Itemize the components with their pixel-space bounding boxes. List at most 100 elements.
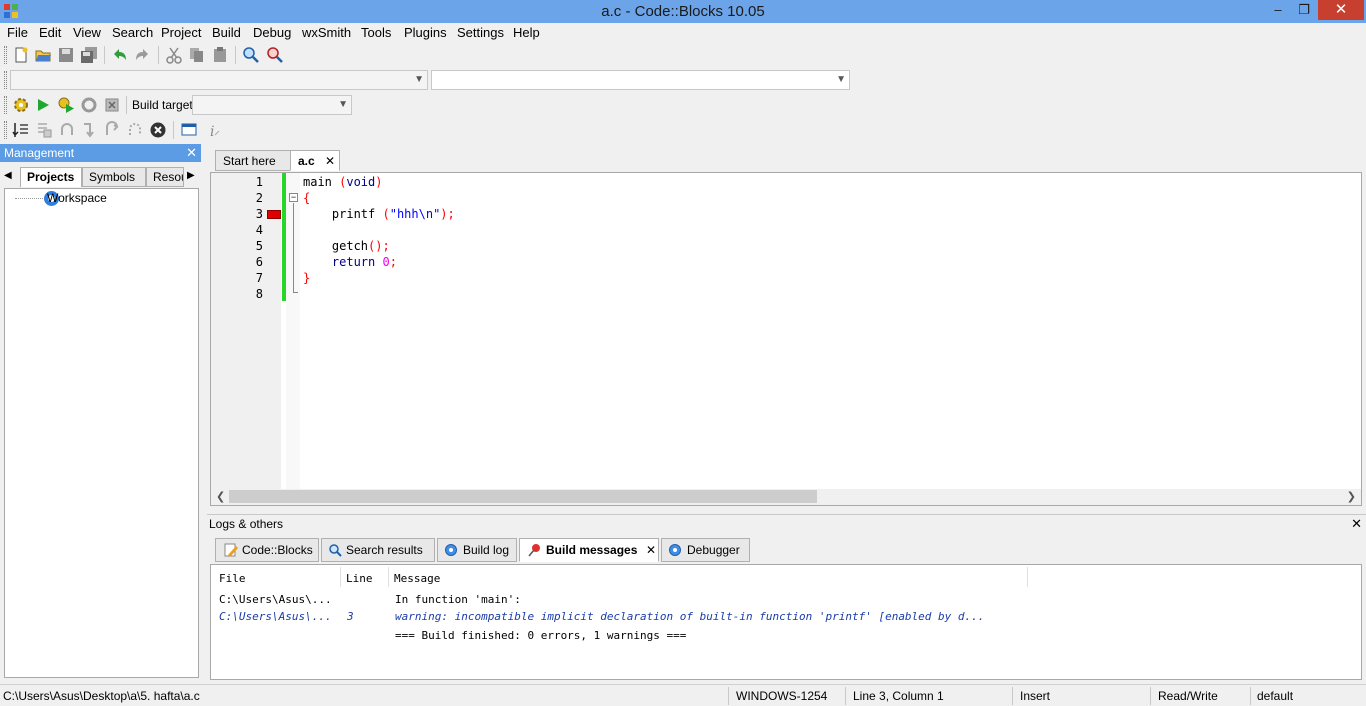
paste-icon[interactable] — [211, 46, 229, 64]
step-out-icon[interactable] — [103, 121, 121, 139]
build-and-run-icon[interactable] — [57, 96, 75, 114]
line-number: 3 — [255, 207, 263, 221]
menu-debug[interactable]: Debug — [253, 25, 291, 40]
message-text[interactable]: In function 'main': — [395, 593, 521, 606]
code-line: main (void) — [303, 175, 383, 189]
cut-icon[interactable] — [165, 46, 183, 64]
fold-line — [293, 203, 294, 293]
chevron-down-icon: ▼ — [414, 74, 424, 85]
toolbar-grip[interactable] — [4, 71, 7, 89]
toolbar-grip[interactable] — [4, 121, 7, 139]
management-close-icon[interactable]: ✕ — [186, 144, 197, 162]
next-instruction-icon[interactable] — [126, 121, 144, 139]
info-icon[interactable]: i — [204, 121, 222, 139]
column-header-file[interactable]: File — [219, 572, 246, 585]
column-header-message[interactable]: Message — [394, 572, 440, 585]
menu-wxsmith[interactable]: wxSmith — [302, 25, 351, 40]
tab-start-here[interactable]: Start here — [215, 150, 291, 171]
tab-scroll-right-icon[interactable]: ▶ — [187, 170, 195, 181]
menu-view[interactable]: View — [73, 25, 101, 40]
rebuild-icon[interactable] — [80, 96, 98, 114]
tab-scroll-left-icon[interactable]: ◀ — [4, 170, 12, 181]
tab-close-icon[interactable]: ✕ — [325, 151, 335, 171]
tab-a-c[interactable]: a.c ✕ — [290, 150, 340, 171]
tab-build-messages[interactable]: Build messages ✕ — [519, 538, 659, 562]
status-file-path: C:\Users\Asus\Desktop\a\5. hafta\a.c — [3, 689, 200, 703]
code-token: (); — [368, 239, 390, 253]
tab-build-log[interactable]: Build log — [437, 538, 517, 562]
copy-icon[interactable] — [188, 46, 206, 64]
menu-settings[interactable]: Settings — [457, 25, 504, 40]
run-to-cursor-icon[interactable] — [35, 121, 53, 139]
message-file[interactable]: C:\Users\Asus\... — [219, 593, 332, 606]
status-divider — [1150, 687, 1151, 705]
column-divider[interactable] — [1027, 567, 1028, 587]
project-tree: Workspace — [4, 188, 199, 678]
message-file[interactable]: C:\Users\Asus\... — [219, 610, 332, 623]
build-messages-list[interactable]: File Line Message C:\Users\Asus\... In f… — [210, 564, 1362, 680]
menu-help[interactable]: Help — [513, 25, 540, 40]
build-target-combo[interactable]: ▼ — [192, 95, 352, 115]
menu-file[interactable]: File — [7, 25, 28, 40]
scroll-left-icon[interactable]: ❮ — [216, 490, 225, 503]
run-icon[interactable] — [34, 96, 52, 114]
menu-build[interactable]: Build — [212, 25, 241, 40]
next-line-icon[interactable] — [58, 121, 76, 139]
tab-debugger[interactable]: Debugger — [661, 538, 750, 562]
tab-search-results[interactable]: Search results — [321, 538, 435, 562]
message-text[interactable]: warning: incompatible implicit declarati… — [395, 610, 984, 623]
redo-icon[interactable] — [134, 46, 152, 64]
code-token: ( — [382, 207, 390, 221]
debug-continue-icon[interactable] — [12, 121, 30, 139]
menu-plugins[interactable]: Plugins — [404, 25, 447, 40]
toolbar-separator — [235, 46, 236, 64]
fold-toggle-icon[interactable]: − — [289, 193, 298, 202]
replace-icon[interactable] — [266, 46, 284, 64]
new-file-icon[interactable] — [12, 46, 30, 64]
tab-resources[interactable]: Resou — [146, 167, 184, 187]
status-profile: default — [1257, 689, 1294, 703]
save-icon[interactable] — [57, 46, 75, 64]
column-divider[interactable] — [388, 567, 389, 587]
menu-edit[interactable]: Edit — [39, 25, 61, 40]
build-gear-icon[interactable] — [12, 96, 30, 114]
maximize-button[interactable]: ❐ — [1290, 0, 1318, 20]
scroll-right-icon[interactable]: ❯ — [1347, 490, 1356, 503]
stop-debugger-icon[interactable] — [149, 121, 167, 139]
close-button[interactable]: ✕ — [1318, 0, 1364, 20]
minimize-button[interactable]: – — [1264, 0, 1292, 20]
tab-projects[interactable]: Projects — [20, 167, 82, 187]
function-combo[interactable]: ▼ — [431, 70, 850, 90]
column-header-line[interactable]: Line — [346, 572, 373, 585]
horizontal-scrollbar[interactable]: ❮ ❯ — [211, 489, 1361, 505]
undo-icon[interactable] — [110, 46, 128, 64]
open-folder-icon[interactable] — [34, 46, 52, 64]
save-all-icon[interactable] — [80, 46, 98, 64]
step-into-icon[interactable] — [80, 121, 98, 139]
message-line[interactable]: 3 — [347, 610, 354, 623]
toolbar-grip[interactable] — [4, 46, 7, 64]
scrollbar-thumb[interactable] — [229, 490, 817, 503]
tab-close-icon[interactable]: ✕ — [646, 539, 656, 561]
message-text[interactable]: === Build finished: 0 errors, 1 warnings… — [395, 629, 686, 642]
status-cursor-position: Line 3, Column 1 — [853, 689, 944, 703]
menu-tools[interactable]: Tools — [361, 25, 391, 40]
logs-close-icon[interactable]: ✕ — [1351, 515, 1362, 533]
scope-combo[interactable]: ▼ — [10, 70, 428, 90]
tab-symbols[interactable]: Symbols — [82, 167, 146, 187]
tree-item-workspace[interactable]: Workspace — [47, 191, 107, 205]
logs-title: Logs & others — [209, 517, 284, 531]
abort-icon[interactable] — [103, 96, 121, 114]
code-line: getch(); — [303, 239, 390, 253]
tab-codeblocks-log[interactable]: Code::Blocks — [215, 538, 319, 562]
toolbar-grip[interactable] — [4, 96, 7, 114]
debugger-toolbar: i — [0, 118, 240, 142]
menu-search[interactable]: Search — [112, 25, 153, 40]
debugging-windows-icon[interactable] — [180, 121, 198, 139]
code-token: return — [331, 255, 376, 269]
column-divider[interactable] — [340, 567, 341, 587]
status-divider — [845, 687, 846, 705]
find-icon[interactable] — [242, 46, 260, 64]
code-editor[interactable]: 1 2 3 4 5 6 7 8 − main (void) { printf (… — [210, 172, 1362, 506]
menu-project[interactable]: Project — [161, 25, 201, 40]
